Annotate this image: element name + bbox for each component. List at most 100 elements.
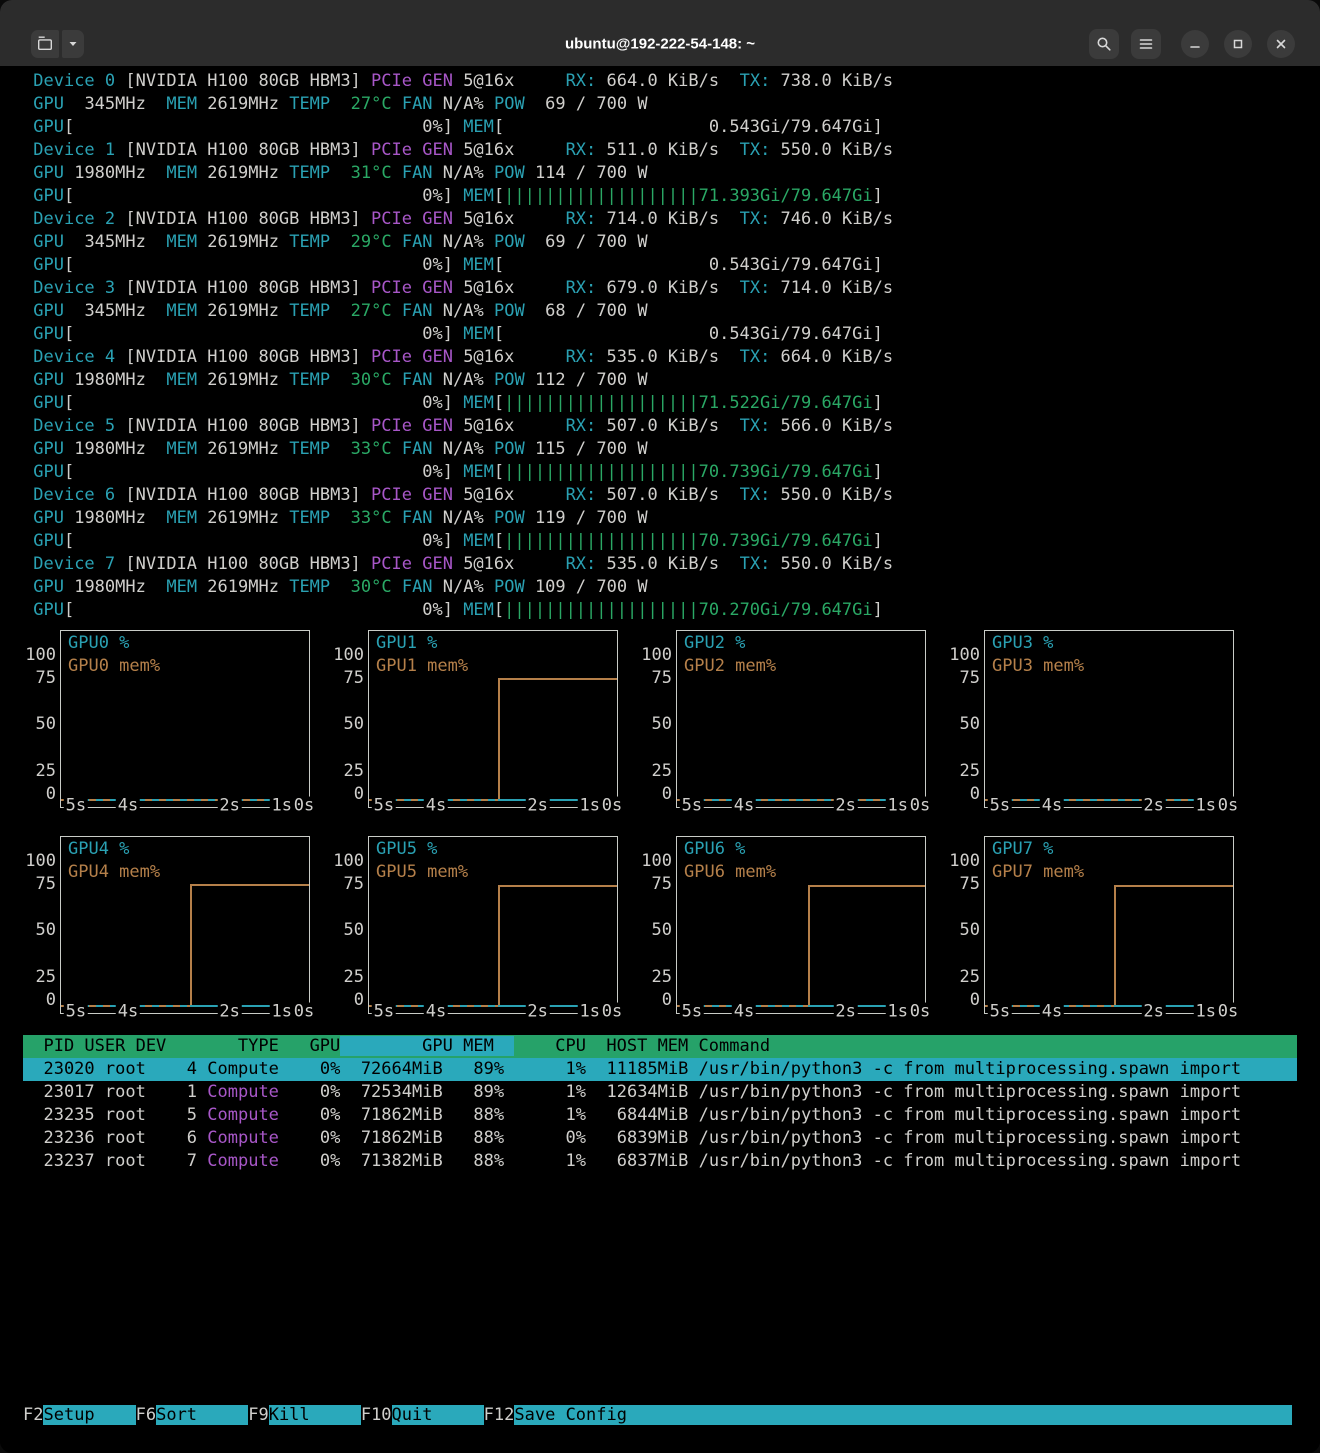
pcie-link: 5@16x (463, 209, 514, 229)
process-user: root (105, 1128, 156, 1148)
chart-legend-util: GPU3 % (992, 632, 1053, 655)
process-user: root (105, 1059, 156, 1079)
gpu-util: 0% (74, 324, 442, 344)
tx-value: 550.0 KiB/s (781, 485, 894, 505)
power-used: 119 (525, 508, 566, 528)
gpu-util: 0% (74, 393, 442, 413)
mem-bar-label: MEM (463, 462, 494, 482)
y-tick-label: 0 (22, 989, 56, 1011)
process-row-23236[interactable]: 23236 root 6 Compute 0% 71862MiB 88% 0% … (23, 1127, 1297, 1150)
maximize-button[interactable] (1224, 30, 1252, 58)
gpu-mem-line-after (808, 885, 925, 887)
mem-usage: 71.393Gi/79.647Gi (699, 186, 873, 206)
gpu-util: 0% (74, 186, 442, 206)
tx-label: TX: (740, 485, 781, 505)
header-sort-column: GPU MEM (340, 1036, 514, 1056)
gpu-clock-label: GPU (33, 577, 64, 597)
fan-label: FAN (402, 370, 433, 390)
x-tick-label: 0s (292, 1003, 316, 1022)
close-button[interactable] (1267, 30, 1295, 58)
new-tab-button[interactable] (31, 30, 59, 58)
rx-value: 507.0 KiB/s (607, 485, 720, 505)
fan-label: FAN (402, 508, 433, 528)
power-label: POW (494, 370, 525, 390)
mem-clock-label: MEM (166, 301, 197, 321)
pcie-link: 5@16x (463, 278, 514, 298)
mem-clock-label: MEM (166, 163, 197, 183)
device-clocks-line: GPU 1980MHz MEM 2619MHz TEMP 31°C FAN N/… (23, 162, 893, 185)
x-tick-label: 0s (908, 797, 932, 816)
pcie-label: PCIe GEN (371, 485, 453, 505)
process-row-23235[interactable]: 23235 root 5 Compute 0% 71862MiB 88% 1% … (23, 1104, 1297, 1127)
y-tick-label: 100 (330, 850, 364, 872)
gpu-clock-label: GPU (33, 439, 64, 459)
rx-value: 714.0 KiB/s (607, 209, 720, 229)
gpu-mem-line-after (190, 884, 309, 886)
process-command: /usr/bin/python3 -c from multiprocessing… (688, 1128, 1241, 1148)
terminal-screen[interactable]: Device 0 [NVIDIA H100 80GB HBM3] PCIe GE… (0, 66, 1320, 1453)
temp-value: 33°C (330, 439, 391, 459)
gpu-charts-row-2: 1007550250GPU4 %GPU4 mem%5s4s2s1s0s10075… (22, 836, 1234, 1032)
device-label: Device 4 (33, 347, 115, 367)
device-name: [NVIDIA H100 80GB HBM3] (125, 347, 360, 367)
fkey-action-quit[interactable]: Quit (392, 1405, 484, 1425)
process-table-header: PID USER DEV TYPE GPU GPU MEM CPU HOST M… (23, 1035, 1297, 1058)
fan-value: N/A% (433, 301, 484, 321)
power-used: 69 (525, 94, 566, 114)
menu-button[interactable] (1131, 29, 1161, 59)
fkey-action-save-config[interactable]: Save Config (514, 1405, 1292, 1425)
fkey-action-sort[interactable]: Sort (156, 1405, 248, 1425)
tx-label: TX: (740, 554, 781, 574)
pcie-label: PCIe GEN (371, 347, 453, 367)
search-button[interactable] (1089, 29, 1119, 59)
fkey-action-kill[interactable]: Kill (269, 1405, 361, 1425)
device-header-line: Device 6 [NVIDIA H100 80GB HBM3] PCIe GE… (23, 484, 893, 507)
device-clocks-line: GPU 345MHz MEM 2619MHz TEMP 27°C FAN N/A… (23, 93, 893, 116)
process-pid: 23237 (23, 1151, 105, 1171)
tx-label: TX: (740, 416, 781, 436)
rx-value: 679.0 KiB/s (607, 278, 720, 298)
process-host-mem: 11185MiB (586, 1059, 688, 1079)
profile-dropdown-button[interactable] (62, 30, 84, 58)
device-name: [NVIDIA H100 80GB HBM3] (125, 71, 360, 91)
y-tick-label: 100 (330, 644, 364, 666)
process-dev: 6 (156, 1128, 207, 1148)
temp-value: 27°C (330, 94, 391, 114)
chart-y-axis: 1007550250 (330, 630, 364, 808)
rx-value: 535.0 KiB/s (607, 554, 720, 574)
chart-legend-util: GPU2 % (684, 632, 745, 655)
device-bars-line: GPU[ 0%] MEM[|||||||||||||||||||70.739Gi… (23, 530, 893, 553)
device-block-6: Device 6 [NVIDIA H100 80GB HBM3] PCIe GE… (23, 484, 893, 553)
process-type: Compute (207, 1059, 279, 1079)
process-row-23017[interactable]: 23017 root 1 Compute 0% 72534MiB 89% 1% … (23, 1081, 1297, 1104)
gpu-chart-6: 1007550250GPU6 %GPU6 mem%5s4s2s1s0s (638, 836, 926, 1032)
mem-usage: 70.739Gi/79.647Gi (699, 462, 873, 482)
process-command: /usr/bin/python3 -c from multiprocessing… (688, 1082, 1241, 1102)
process-gpu-pct: 0% (279, 1105, 340, 1125)
device-bars-line: GPU[ 0%] MEM[|||||||||||||||||||70.270Gi… (23, 599, 893, 622)
function-key-bar: F2Setup F6Sort F9Kill F10Quit F12Save Co… (23, 1404, 1292, 1427)
x-tick-label: 0s (292, 797, 316, 816)
fkey-action-setup[interactable]: Setup (43, 1405, 135, 1425)
fkey-f12-key: F12 (484, 1405, 515, 1425)
pcie-label: PCIe GEN (371, 71, 453, 91)
process-row-23020[interactable]: 23020 root 4 Compute 0% 72664MiB 89% 1% … (23, 1058, 1297, 1081)
process-pid: 23017 (23, 1082, 105, 1102)
chart-legend-util: GPU1 % (376, 632, 437, 655)
titlebar: ubuntu@192-222-54-148: ~ (0, 0, 1320, 66)
y-tick-label: 75 (22, 873, 56, 895)
gpu-bar-label: GPU (33, 462, 64, 482)
temp-label: TEMP (289, 163, 330, 183)
device-header-line: Device 5 [NVIDIA H100 80GB HBM3] PCIe GE… (23, 415, 893, 438)
gpu-chart-2: 1007550250GPU2 %GPU2 mem%5s4s2s1s0s (638, 630, 926, 826)
device-bars-line: GPU[ 0%] MEM[ 0.543Gi/79.647Gi] (23, 116, 893, 139)
terminal-window: ubuntu@192-222-54-148: ~ (0, 0, 1320, 1453)
minimize-button[interactable] (1181, 30, 1209, 58)
process-host-mem: 6844MiB (586, 1105, 688, 1125)
power-max: 700 W (596, 577, 647, 597)
device-label: Device 0 (33, 71, 115, 91)
gpu-clock-value: 1980MHz (64, 577, 146, 597)
process-row-23237[interactable]: 23237 root 7 Compute 0% 71382MiB 88% 1% … (23, 1150, 1297, 1173)
fan-label: FAN (402, 163, 433, 183)
device-label: Device 2 (33, 209, 115, 229)
